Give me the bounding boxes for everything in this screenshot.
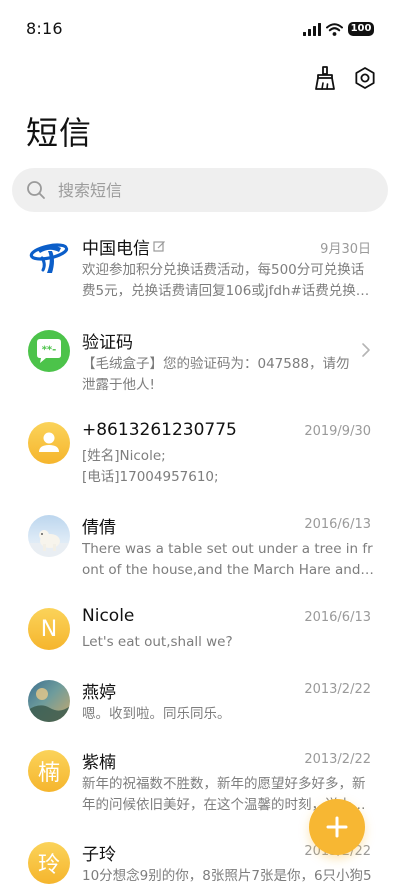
conversation-item[interactable]: +8613261230775 2019/9/30 [姓名]Nicole; [电话… — [0, 412, 400, 496]
conversation-name: 倩倩 — [82, 518, 116, 538]
conversation-date: 9月30日 — [320, 242, 371, 257]
conversation-preview: 【毛绒盒子】您的验证码为：047588，请勿泄露于他人! — [82, 356, 350, 393]
conversation-name: 验证码 — [82, 333, 133, 353]
search-bar[interactable] — [12, 168, 388, 212]
search-input[interactable] — [56, 179, 340, 201]
letter-avatar: 玲 — [28, 842, 70, 884]
conversation-item[interactable]: **- 验证码 【毛绒盒子】您的验证码为：047588，请勿泄露于他人! — [0, 320, 400, 404]
plus-icon — [326, 816, 348, 838]
conversation-preview: 嗯。收到啦。同乐同乐。 — [82, 706, 231, 722]
conversation-date: 2016/6/13 — [304, 610, 371, 625]
conversation-date: 2013/2/22 — [304, 682, 371, 697]
conversation-preview: [姓名]Nicole; [电话]17004957610; — [82, 448, 219, 485]
conversation-name: 中国电信 — [82, 234, 166, 259]
status-bar: 8:16 100 — [0, 0, 400, 58]
status-time: 8:16 — [26, 19, 63, 38]
conversation-name: 紫楠 — [82, 753, 116, 773]
signal-icon — [303, 22, 321, 36]
conversation-name-text: 中国电信 — [82, 239, 150, 259]
polar-bear-photo — [28, 530, 70, 557]
photo-avatar — [28, 515, 70, 557]
person-icon — [39, 432, 59, 452]
search-icon — [26, 179, 48, 201]
landscape-photo — [28, 688, 70, 722]
chevron-right-icon — [362, 343, 370, 357]
header-actions — [312, 64, 378, 92]
conversation-preview: Let's eat out,shall we? — [82, 634, 233, 650]
conversation-date: 2016/6/13 — [304, 517, 371, 532]
battery-indicator: 100 — [348, 22, 374, 36]
conversation-name: 燕婷 — [82, 683, 116, 703]
verification-code-avatar: **- — [28, 330, 70, 372]
conversation-name: +8613261230775 — [82, 420, 237, 440]
messages-app: 8:16 100 短信 搜索短信 中国电信 9月30日 欢迎参加积分兑换话费活动… — [0, 0, 400, 889]
new-message-button[interactable] — [309, 799, 365, 855]
wifi-icon — [326, 22, 343, 36]
edit-badge-icon — [153, 241, 165, 252]
verification-glyph: **- — [42, 345, 57, 356]
conversation-name: 子玲 — [82, 845, 116, 865]
brush-icon[interactable] — [312, 64, 338, 92]
letter-avatar: 楠 — [28, 750, 70, 792]
conversation-name: Nicole — [82, 606, 135, 626]
conversation-preview: 10分想念9别的你，8张照片7张是你，6只小狗5只像你，4根骨头3根归你，2爪着… — [82, 868, 372, 884]
person-avatar — [28, 422, 70, 464]
status-icons: 100 — [303, 20, 374, 38]
conversation-preview: There was a table set out under a tree i… — [82, 541, 373, 578]
conversation-item[interactable]: 中国电信 9月30日 欢迎参加积分兑换话费活动，每500分可兑换话费5元，兑换话… — [0, 226, 400, 310]
photo-avatar — [28, 680, 70, 722]
conversation-date: 2019/9/30 — [304, 424, 371, 439]
page-title: 短信 — [26, 114, 93, 152]
conversation-date: 2013/2/22 — [304, 752, 371, 767]
china-telecom-avatar — [28, 236, 70, 278]
conversation-item[interactable]: 倩倩 2016/6/13 There was a table set out u… — [0, 505, 400, 589]
conversation-preview: 欢迎参加积分兑换话费活动，每500分可兑换话费5元，兑换话费请回复106或jfd… — [82, 262, 370, 299]
settings-icon[interactable] — [352, 64, 378, 92]
letter-avatar: N — [28, 608, 70, 650]
